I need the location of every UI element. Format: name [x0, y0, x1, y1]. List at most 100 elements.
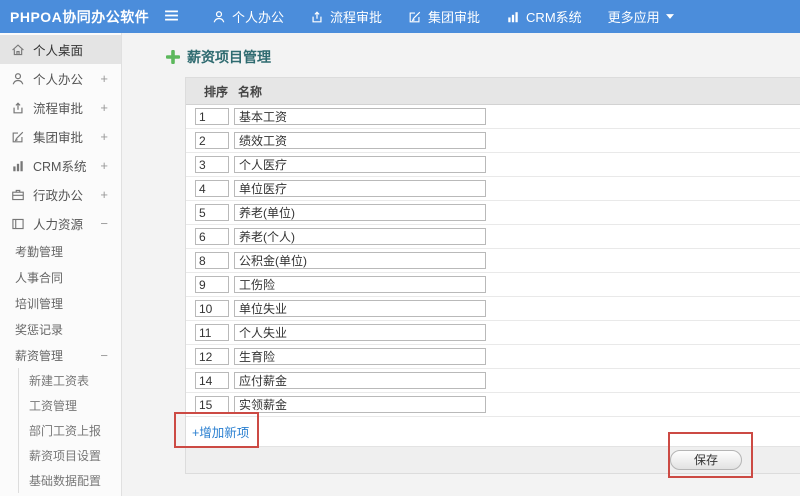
name-input[interactable]	[234, 156, 486, 173]
chart-icon	[506, 10, 520, 24]
topnav-item[interactable]: 流程审批	[297, 0, 395, 33]
name-input[interactable]	[234, 276, 486, 293]
order-input[interactable]	[195, 372, 229, 389]
order-input[interactable]	[195, 228, 229, 245]
table-row	[186, 129, 800, 153]
name-cell	[234, 348, 800, 365]
sidebar-item-label: 考勤管理	[15, 244, 64, 259]
table-row	[186, 177, 800, 201]
sidebar-item[interactable]: 基础数据配置	[19, 468, 121, 493]
sidebar-item[interactable]: 流程审批 +	[0, 93, 121, 122]
expand-toggle-icon[interactable]: +	[100, 159, 108, 172]
expand-toggle-icon[interactable]: +	[100, 188, 108, 201]
order-input[interactable]	[195, 324, 229, 341]
name-input[interactable]	[234, 372, 486, 389]
order-input[interactable]	[195, 180, 229, 197]
name-input[interactable]	[234, 348, 486, 365]
order-input[interactable]	[195, 396, 229, 413]
topnav-item[interactable]: 个人办公	[199, 0, 297, 33]
sidebar-item[interactable]: 人力资源 −	[0, 209, 121, 238]
order-cell	[186, 300, 234, 317]
sidebar-item-label: 奖惩记录	[15, 322, 64, 337]
hamburger-menu-button[interactable]	[160, 6, 183, 28]
expand-toggle-icon[interactable]: −	[100, 217, 108, 230]
expand-toggle-icon[interactable]: +	[100, 101, 108, 114]
sidebar-item[interactable]: 人事合同	[0, 264, 121, 290]
sidebar-item-label: 薪资项目设置	[29, 449, 102, 463]
order-input[interactable]	[195, 276, 229, 293]
expand-toggle-icon[interactable]: −	[100, 349, 108, 362]
column-header-order: 排序	[204, 84, 229, 99]
name-cell	[234, 156, 800, 173]
order-cell	[186, 132, 234, 149]
sidebar-item-label: 人事合同	[15, 270, 64, 285]
topnav-item[interactable]: CRM系统	[493, 0, 595, 33]
sidebar-item[interactable]: 薪资管理 −	[0, 342, 121, 368]
table-row	[186, 369, 800, 393]
sidebar-item[interactable]: 个人桌面	[0, 35, 121, 64]
order-input[interactable]	[195, 204, 229, 221]
order-input[interactable]	[195, 300, 229, 317]
sidebar-item[interactable]: 部门工资上报	[19, 418, 121, 443]
table-row	[186, 273, 800, 297]
sidebar-item[interactable]: 工资管理	[19, 393, 121, 418]
salary-items-panel: 排序 名称 +增加新项 保存	[185, 77, 800, 474]
table-row	[186, 321, 800, 345]
sidebar-item[interactable]: 考勤管理	[0, 238, 121, 264]
main-content: 薪资项目管理 排序 名称 +增加新项 保存	[123, 33, 800, 496]
save-button[interactable]: 保存	[670, 450, 742, 470]
name-input[interactable]	[234, 396, 486, 413]
expand-toggle-icon[interactable]: +	[100, 72, 108, 85]
name-cell	[234, 372, 800, 389]
sidebar-item[interactable]: 个人办公 +	[0, 64, 121, 93]
app-window: PHPOA协同办公软件 个人办公 流程审批 集团审批 CRM系统 更多应用 个人桌面 个人…	[0, 0, 800, 496]
top-nav-menu: 个人办公 流程审批 集团审批 CRM系统 更多应用	[199, 0, 687, 33]
sidebar-item-label: 工资管理	[29, 399, 78, 413]
plus-icon	[166, 50, 180, 64]
order-input[interactable]	[195, 108, 229, 125]
column-header-name: 名称	[238, 84, 263, 99]
topnav-item[interactable]: 集团审批	[395, 0, 493, 33]
table-row	[186, 297, 800, 321]
name-input[interactable]	[234, 204, 486, 221]
name-cell	[234, 396, 800, 413]
sidebar-item[interactable]: 奖惩记录	[0, 316, 121, 342]
expand-toggle-icon[interactable]: +	[100, 130, 108, 143]
add-new-item-link[interactable]: +增加新项	[192, 422, 249, 441]
name-cell	[234, 252, 800, 269]
order-input[interactable]	[195, 132, 229, 149]
sidebar-item[interactable]: 行政办公 +	[0, 180, 121, 209]
name-input[interactable]	[234, 300, 486, 317]
hamburger-icon	[164, 10, 179, 24]
name-input[interactable]	[234, 324, 486, 341]
sidebar-item-label: CRM系统	[33, 160, 87, 174]
order-input[interactable]	[195, 252, 229, 269]
sidebar-submenu: 考勤管理人事合同培训管理奖惩记录薪资管理 − 新建工资表工资管理部门工资上报薪资项目…	[0, 238, 121, 496]
order-input[interactable]	[195, 156, 229, 173]
name-cell	[234, 300, 800, 317]
name-input[interactable]	[234, 252, 486, 269]
sidebar-item[interactable]: 新建工资表	[19, 368, 121, 393]
table-row	[186, 249, 800, 273]
order-cell	[186, 372, 234, 389]
page-title: 薪资项目管理	[187, 49, 271, 65]
share-icon	[310, 10, 324, 24]
name-input[interactable]	[234, 132, 486, 149]
name-input[interactable]	[234, 228, 486, 245]
sidebar-item[interactable]: 培训管理	[0, 290, 121, 316]
name-input[interactable]	[234, 108, 486, 125]
topnav-item[interactable]: 更多应用	[595, 0, 687, 33]
home-icon	[11, 43, 25, 57]
name-cell	[234, 108, 800, 125]
order-input[interactable]	[195, 348, 229, 365]
sidebar-item[interactable]: 薪资项目设置	[19, 443, 121, 468]
table-header-row: 排序 名称	[186, 78, 800, 105]
order-cell	[186, 108, 234, 125]
table-row	[186, 345, 800, 369]
table-row	[186, 393, 800, 417]
sidebar-menu: 个人桌面 个人办公 + 流程审批 + 集团审批 + CRM系统 + 行政办公 + 人力资源 − 考勤管理人…	[0, 35, 121, 496]
briefcase-icon	[11, 188, 25, 202]
sidebar-item[interactable]: CRM系统 +	[0, 151, 121, 180]
sidebar-item[interactable]: 集团审批 +	[0, 122, 121, 151]
name-input[interactable]	[234, 180, 486, 197]
